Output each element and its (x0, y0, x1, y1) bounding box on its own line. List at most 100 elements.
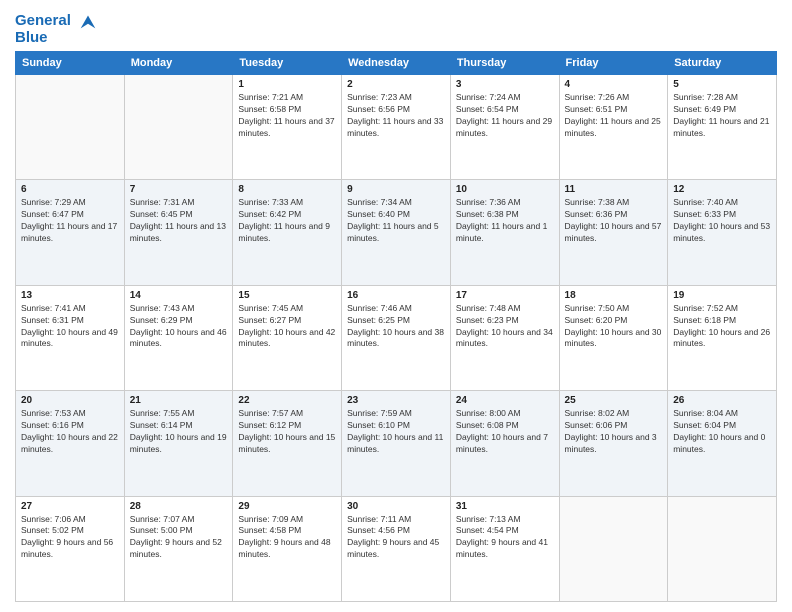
calendar-week-row: 20 Sunrise: 7:53 AMSunset: 6:16 PMDayligh… (16, 391, 777, 496)
day-info: Sunrise: 7:50 AMSunset: 6:20 PMDaylight:… (565, 303, 663, 351)
day-number: 28 (130, 501, 228, 512)
day-info: Sunrise: 7:53 AMSunset: 6:16 PMDaylight:… (21, 408, 119, 456)
day-info: Sunrise: 7:43 AMSunset: 6:29 PMDaylight:… (130, 303, 228, 351)
weekday-header-tuesday: Tuesday (233, 52, 342, 75)
calendar-cell: 12 Sunrise: 7:40 AMSunset: 6:33 PMDayligh… (668, 180, 777, 285)
day-number: 10 (456, 184, 554, 195)
day-number: 11 (565, 184, 663, 195)
logo-bird-icon (77, 10, 99, 32)
calendar-cell: 11Sunrise: 7:38 AMSunset: 6:36 PMDayligh… (559, 180, 668, 285)
calendar-cell: 1 Sunrise: 7:21 AMSunset: 6:58 PMDaylight… (233, 75, 342, 180)
calendar-cell: 25 Sunrise: 8:02 AMSunset: 6:06 PMDayligh… (559, 391, 668, 496)
weekday-header-saturday: Saturday (668, 52, 777, 75)
day-info: Sunrise: 7:24 AMSunset: 6:54 PMDaylight:… (456, 92, 554, 140)
calendar-cell: 5 Sunrise: 7:28 AMSunset: 6:49 PMDaylight… (668, 75, 777, 180)
calendar-cell: 15 Sunrise: 7:45 AMSunset: 6:27 PMDayligh… (233, 285, 342, 390)
calendar-cell: 28 Sunrise: 7:07 AMSunset: 5:00 PMDayligh… (124, 496, 233, 601)
calendar-cell: 3 Sunrise: 7:24 AMSunset: 6:54 PMDaylight… (450, 75, 559, 180)
day-number: 16 (347, 290, 445, 301)
day-info: Sunrise: 7:07 AMSunset: 5:00 PMDaylight:… (130, 514, 228, 562)
calendar-cell: 26Sunrise: 8:04 AMSunset: 6:04 PMDayligh… (668, 391, 777, 496)
calendar-cell (559, 496, 668, 601)
day-info: Sunrise: 7:33 AMSunset: 6:42 PMDaylight:… (238, 197, 336, 245)
weekday-header-thursday: Thursday (450, 52, 559, 75)
day-number: 15 (238, 290, 336, 301)
day-number: 7 (130, 184, 228, 195)
day-info: Sunrise: 7:26 AMSunset: 6:51 PMDaylight:… (565, 92, 663, 140)
day-number: 30 (347, 501, 445, 512)
day-info: Sunrise: 7:09 AMSunset: 4:58 PMDaylight:… (238, 514, 336, 562)
day-info: Sunrise: 7:55 AMSunset: 6:14 PMDaylight:… (130, 408, 228, 456)
calendar-cell: 29Sunrise: 7:09 AMSunset: 4:58 PMDayligh… (233, 496, 342, 601)
day-info: Sunrise: 7:41 AMSunset: 6:31 PMDaylight:… (21, 303, 119, 351)
day-number: 8 (238, 184, 336, 195)
day-info: Sunrise: 7:46 AMSunset: 6:25 PMDaylight:… (347, 303, 445, 351)
day-info: Sunrise: 7:06 AMSunset: 5:02 PMDaylight:… (21, 514, 119, 562)
logo: General Blue (15, 10, 99, 45)
calendar-week-row: 27Sunrise: 7:06 AMSunset: 5:02 PMDayligh… (16, 496, 777, 601)
day-number: 25 (565, 395, 663, 406)
calendar-cell: 20 Sunrise: 7:53 AMSunset: 6:16 PMDayligh… (16, 391, 125, 496)
day-number: 17 (456, 290, 554, 301)
calendar-cell: 21 Sunrise: 7:55 AMSunset: 6:14 PMDayligh… (124, 391, 233, 496)
day-number: 14 (130, 290, 228, 301)
day-info: Sunrise: 7:45 AMSunset: 6:27 PMDaylight:… (238, 303, 336, 351)
calendar-cell: 22Sunrise: 7:57 AMSunset: 6:12 PMDayligh… (233, 391, 342, 496)
day-info: Sunrise: 7:40 AMSunset: 6:33 PMDaylight:… (673, 197, 771, 245)
day-number: 6 (21, 184, 119, 195)
day-info: Sunrise: 7:23 AMSunset: 6:56 PMDaylight:… (347, 92, 445, 140)
calendar-cell: 18 Sunrise: 7:50 AMSunset: 6:20 PMDayligh… (559, 285, 668, 390)
day-info: Sunrise: 7:52 AMSunset: 6:18 PMDaylight:… (673, 303, 771, 351)
calendar-cell: 4 Sunrise: 7:26 AMSunset: 6:51 PMDaylight… (559, 75, 668, 180)
calendar-week-row: 13Sunrise: 7:41 AMSunset: 6:31 PMDayligh… (16, 285, 777, 390)
day-number: 20 (21, 395, 119, 406)
day-number: 5 (673, 79, 771, 90)
day-number: 23 (347, 395, 445, 406)
day-info: Sunrise: 7:59 AMSunset: 6:10 PMDaylight:… (347, 408, 445, 456)
day-number: 21 (130, 395, 228, 406)
calendar-week-row: 1 Sunrise: 7:21 AMSunset: 6:58 PMDaylight… (16, 75, 777, 180)
day-info: Sunrise: 7:31 AMSunset: 6:45 PMDaylight:… (130, 197, 228, 245)
calendar-cell: 2 Sunrise: 7:23 AMSunset: 6:56 PMDaylight… (342, 75, 451, 180)
calendar-cell: 19 Sunrise: 7:52 AMSunset: 6:18 PMDayligh… (668, 285, 777, 390)
weekday-header-monday: Monday (124, 52, 233, 75)
day-info: Sunrise: 8:02 AMSunset: 6:06 PMDaylight:… (565, 408, 663, 456)
calendar-cell: 24 Sunrise: 8:00 AMSunset: 6:08 PMDayligh… (450, 391, 559, 496)
day-number: 18 (565, 290, 663, 301)
day-number: 4 (565, 79, 663, 90)
day-number: 2 (347, 79, 445, 90)
day-number: 9 (347, 184, 445, 195)
day-number: 31 (456, 501, 554, 512)
day-info: Sunrise: 7:29 AMSunset: 6:47 PMDaylight:… (21, 197, 119, 245)
day-number: 19 (673, 290, 771, 301)
calendar-table: SundayMondayTuesdayWednesdayThursdayFrid… (15, 51, 777, 602)
day-number: 1 (238, 79, 336, 90)
calendar-cell: 9 Sunrise: 7:34 AMSunset: 6:40 PMDaylight… (342, 180, 451, 285)
day-info: Sunrise: 7:11 AMSunset: 4:56 PMDaylight:… (347, 514, 445, 562)
day-info: Sunrise: 7:13 AMSunset: 4:54 PMDaylight:… (456, 514, 554, 562)
day-info: Sunrise: 7:28 AMSunset: 6:49 PMDaylight:… (673, 92, 771, 140)
calendar-cell: 6 Sunrise: 7:29 AMSunset: 6:47 PMDaylight… (16, 180, 125, 285)
calendar-cell: 14 Sunrise: 7:43 AMSunset: 6:29 PMDayligh… (124, 285, 233, 390)
calendar-cell: 16 Sunrise: 7:46 AMSunset: 6:25 PMDayligh… (342, 285, 451, 390)
header: General Blue (15, 10, 777, 45)
calendar-cell: 8 Sunrise: 7:33 AMSunset: 6:42 PMDaylight… (233, 180, 342, 285)
calendar-cell (668, 496, 777, 601)
day-number: 12 (673, 184, 771, 195)
day-info: Sunrise: 8:00 AMSunset: 6:08 PMDaylight:… (456, 408, 554, 456)
calendar-cell: 13Sunrise: 7:41 AMSunset: 6:31 PMDayligh… (16, 285, 125, 390)
calendar-cell: 30 Sunrise: 7:11 AMSunset: 4:56 PMDayligh… (342, 496, 451, 601)
day-number: 3 (456, 79, 554, 90)
day-number: 22 (238, 395, 336, 406)
day-info: Sunrise: 8:04 AMSunset: 6:04 PMDaylight:… (673, 408, 771, 456)
weekday-header-friday: Friday (559, 52, 668, 75)
logo-subtext: Blue (15, 30, 99, 45)
calendar-cell: 17Sunrise: 7:48 AMSunset: 6:23 PMDayligh… (450, 285, 559, 390)
calendar-cell: 27Sunrise: 7:06 AMSunset: 5:02 PMDayligh… (16, 496, 125, 601)
day-info: Sunrise: 7:34 AMSunset: 6:40 PMDaylight:… (347, 197, 445, 245)
day-info: Sunrise: 7:21 AMSunset: 6:58 PMDaylight:… (238, 92, 336, 140)
day-number: 24 (456, 395, 554, 406)
calendar-cell: 10Sunrise: 7:36 AMSunset: 6:38 PMDayligh… (450, 180, 559, 285)
calendar-cell: 23 Sunrise: 7:59 AMSunset: 6:10 PMDayligh… (342, 391, 451, 496)
weekday-header-sunday: Sunday (16, 52, 125, 75)
